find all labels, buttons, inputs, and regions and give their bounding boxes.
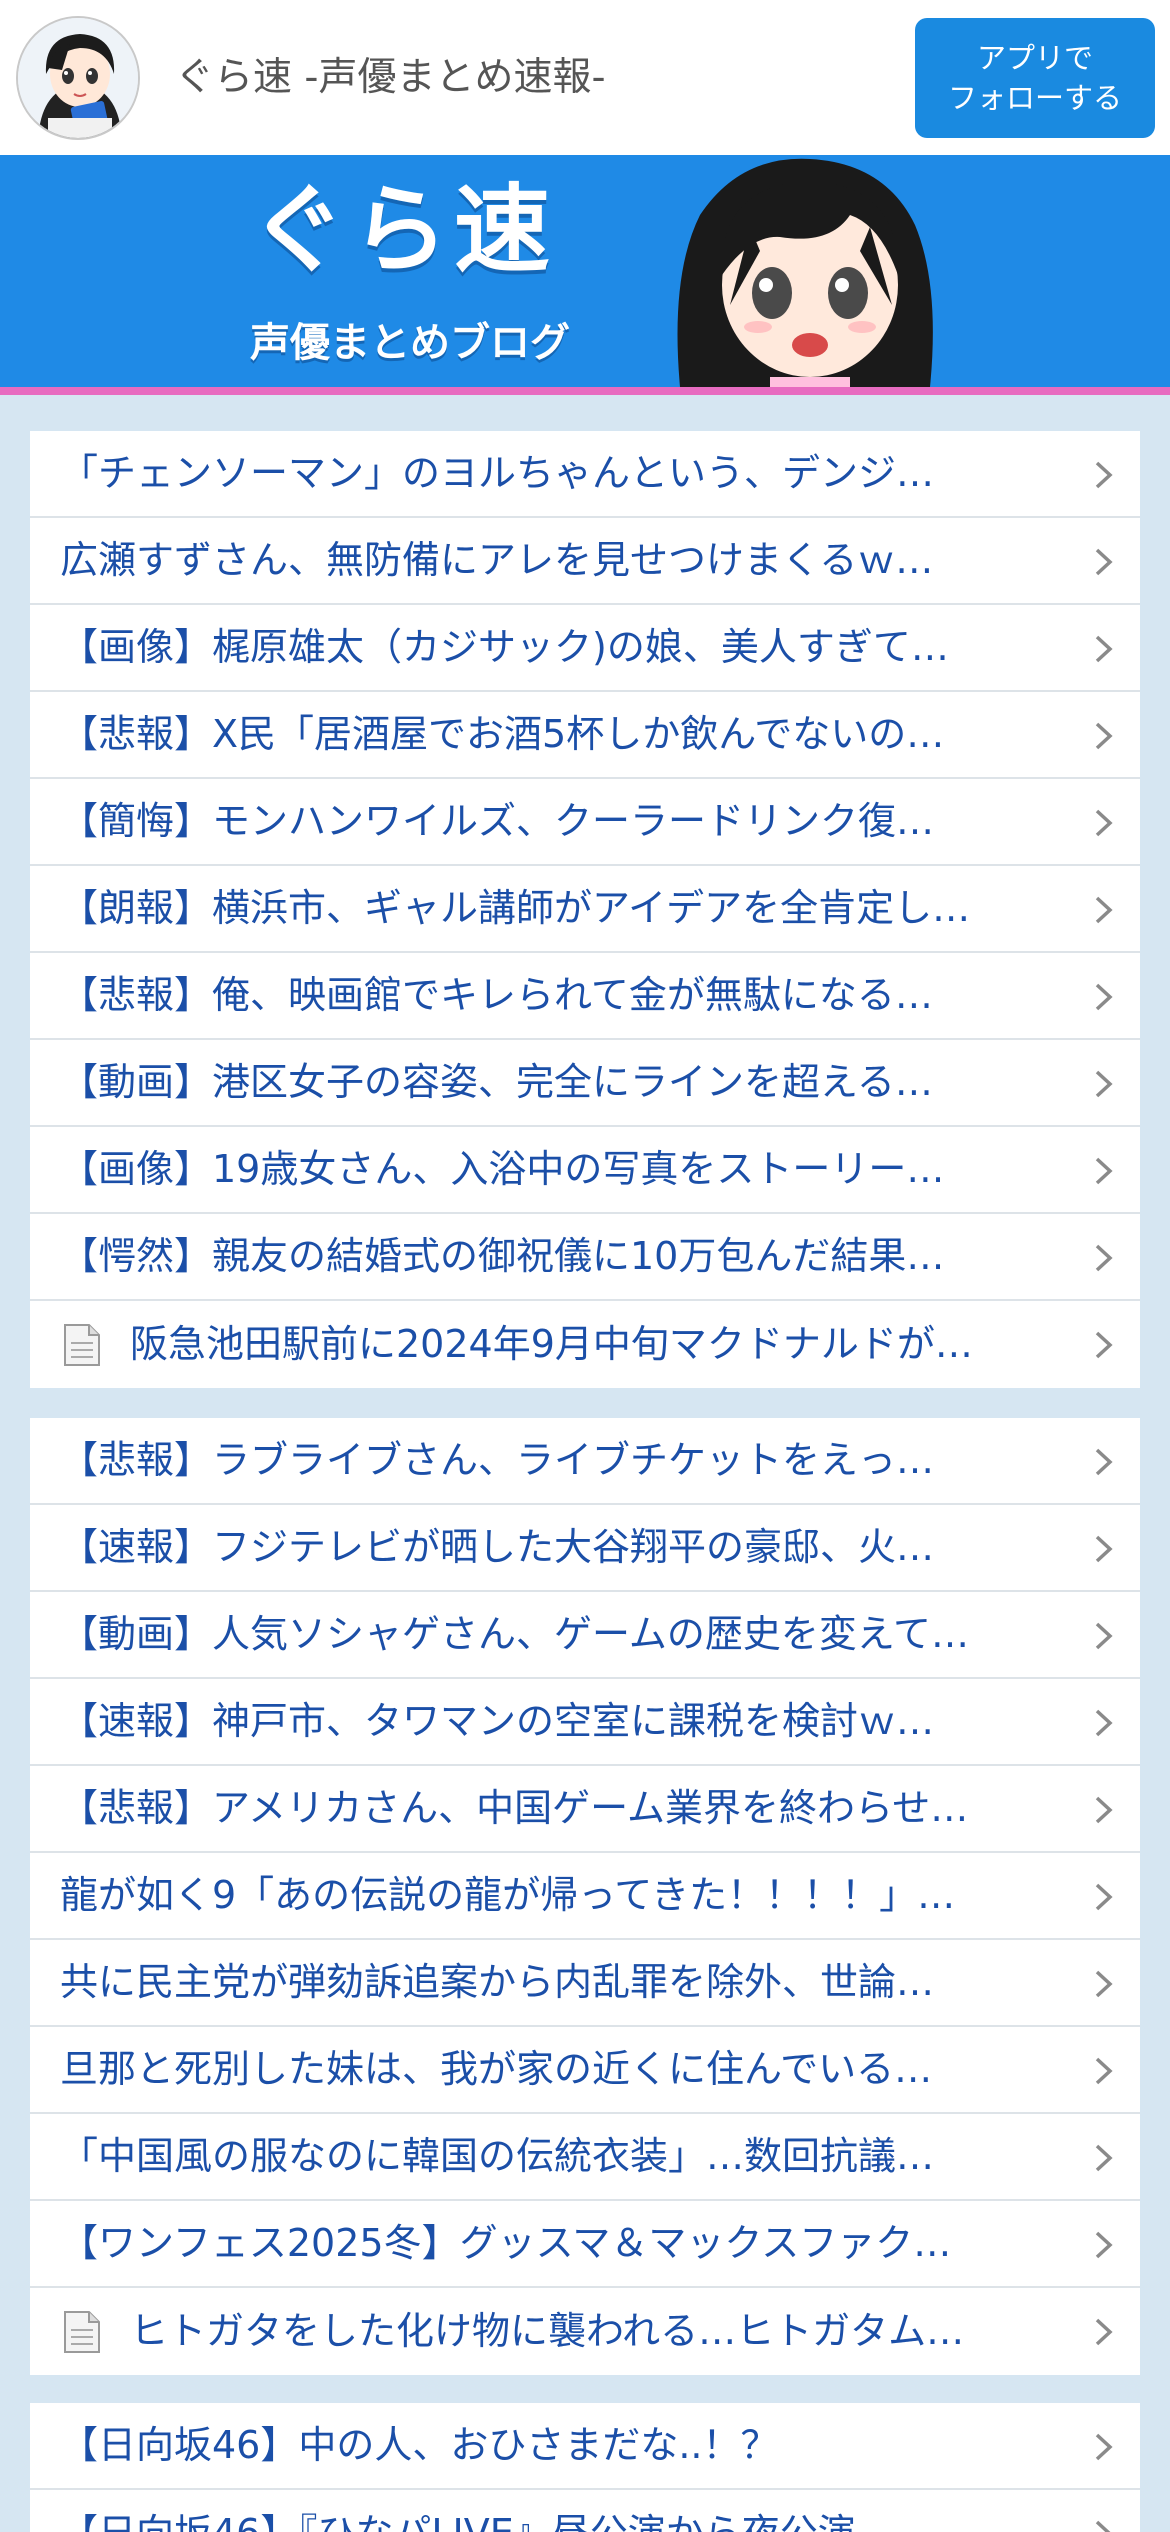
chevron-right-icon <box>1095 896 1113 924</box>
article-title: 【悲報】アメリカさん、中国ゲーム業界を終わらせ… <box>60 1786 969 1830</box>
chevron-right-icon <box>1095 2057 1113 2085</box>
chevron-right-icon <box>1095 1970 1113 1998</box>
banner-logo-text: ぐら速 <box>250 174 556 286</box>
article-title: 阪急池田駅前に2024年9月中旬マクドナルドが… <box>130 1322 973 1366</box>
chevron-right-icon <box>1095 548 1113 576</box>
chevron-right-icon <box>1095 635 1113 663</box>
list-item[interactable]: 【朗報】横浜市、ギャル講師がアイデアを全肯定し… <box>30 866 1140 953</box>
chevron-right-icon <box>1095 1622 1113 1650</box>
follow-button-line1: アプリで <box>976 41 1093 75</box>
article-title: 【速報】神戸市、タワマンの空室に課税を検討ｗ… <box>60 1699 935 1743</box>
article-title: 【日向坂46】『ひなパLIVE』昼公演から夜公演… <box>30 2490 1060 2532</box>
avatar-girl-icon <box>18 18 138 138</box>
chevron-right-icon <box>1095 1883 1113 1911</box>
article-title: 「中国風の服なのに韓国の伝統衣装」…数回抗議… <box>60 2134 935 2178</box>
document-icon <box>64 1323 100 1366</box>
article-title: 【簡悔】モンハンワイルズ、クーラードリンク復… <box>60 799 935 843</box>
article-title: 共に民主党が弾劾訴追案から内乱罪を除外、世論… <box>60 1960 935 2004</box>
article-title: 「チェンソーマン」のヨルちゃんという、デンジ… <box>60 451 935 495</box>
list-item[interactable]: 【速報】フジテレビが晒した大谷翔平の豪邸、火… <box>30 1505 1140 1592</box>
chevron-right-icon <box>1095 1070 1113 1098</box>
list-item[interactable]: 広瀬すずさん、無防備にアレを見せつけまくるｗ… <box>30 518 1140 605</box>
chevron-right-icon <box>1095 2433 1113 2461</box>
article-title: 【動画】港区女子の容姿、完全にラインを超える… <box>60 1060 933 1104</box>
article-title: 【ワンフェス2025冬】グッスマ＆マックスファク… <box>60 2221 952 2265</box>
article-title: 旦那と死別した妹は、我が家の近くに住んでいる… <box>60 2047 933 2091</box>
chevron-right-icon <box>1095 1709 1113 1737</box>
article-title: 【動画】人気ソシャゲさん、ゲームの歴史を変えて… <box>60 1612 969 1656</box>
article-title: 【日向坂46】中の人、おひさまだな..！？ <box>60 2423 779 2467</box>
banner-pink-stripe <box>0 387 1170 395</box>
list-item[interactable]: 【悲報】俺、映画館でキレられて金が無駄になる… <box>30 953 1140 1040</box>
chevron-right-icon <box>1095 1796 1113 1824</box>
list-item[interactable]: 阪急池田駅前に2024年9月中旬マクドナルドが… <box>30 1301 1140 1388</box>
document-icon <box>64 2310 100 2353</box>
follow-in-app-button[interactable]: アプリで フォローする <box>915 18 1155 138</box>
avatar[interactable] <box>16 16 140 140</box>
list-item[interactable]: 【簡悔】モンハンワイルズ、クーラードリンク復… <box>30 779 1140 866</box>
chevron-right-icon <box>1095 2144 1113 2172</box>
list-item[interactable]: 【悲報】X民「居酒屋でお酒5杯しか飲んでないの… <box>30 692 1140 779</box>
list-item[interactable]: 【ワンフェス2025冬】グッスマ＆マックスファク… <box>30 2201 1140 2288</box>
chevron-right-icon <box>1095 1157 1113 1185</box>
list-item[interactable]: 【画像】19歳女さん、入浴中の写真をストーリー… <box>30 1127 1140 1214</box>
chevron-right-icon <box>1095 1331 1113 1359</box>
article-title: 【愕然】親友の結婚式の御祝儀に10万包んだ結果… <box>60 1234 945 1278</box>
article-title: ヒトガタをした化け物に襲われる…ヒトガタム… <box>130 2309 965 2353</box>
chevron-right-icon <box>1095 722 1113 750</box>
page: ぐら速 -声優まとめ速報- アプリで フォローする ぐら速 声優まとめブログ 「… <box>0 0 1170 2532</box>
article-list: 【日向坂46】中の人、おひさまだな..！？ 【日向坂46】『ひなパLIVE』昼公… <box>30 2403 1140 2532</box>
chevron-right-icon <box>1095 461 1113 489</box>
list-item[interactable]: 【動画】人気ソシャゲさん、ゲームの歴史を変えて… <box>30 1592 1140 1679</box>
list-item[interactable]: 旦那と死別した妹は、我が家の近くに住んでいる… <box>30 2027 1140 2114</box>
article-list: 「チェンソーマン」のヨルちゃんという、デンジ… 広瀬すずさん、無防備にアレを見せ… <box>30 431 1140 1388</box>
article-list: 【悲報】ラブライブさん、ライブチケットをえっ… 【速報】フジテレビが晒した大谷翔… <box>30 1418 1140 2375</box>
article-title: 龍が如く9「あの伝説の龍が帰ってきた！！！！」… <box>60 1873 956 1917</box>
list-item[interactable]: 共に民主党が弾劾訴追案から内乱罪を除外、世論… <box>30 1940 1140 2027</box>
chevron-right-icon <box>1095 2231 1113 2259</box>
article-title: 広瀬すずさん、無防備にアレを見せつけまくるｗ… <box>60 538 934 582</box>
chevron-right-icon <box>1095 1244 1113 1272</box>
article-title: 【画像】梶原雄太（カジサック)の娘、美人すぎて… <box>60 625 949 669</box>
chevron-right-icon <box>1095 2318 1113 2346</box>
list-item[interactable]: 龍が如く9「あの伝説の龍が帰ってきた！！！！」… <box>30 1853 1140 1940</box>
chevron-right-icon <box>1095 809 1113 837</box>
banner-subtitle: 声優まとめブログ <box>250 320 570 366</box>
list-item[interactable]: 【動画】港区女子の容姿、完全にラインを超える… <box>30 1040 1140 1127</box>
list-item[interactable]: 【愕然】親友の結婚式の御祝儀に10万包んだ結果… <box>30 1214 1140 1301</box>
list-item[interactable]: 「チェンソーマン」のヨルちゃんという、デンジ… <box>30 431 1140 518</box>
chevron-right-icon <box>1095 1448 1113 1476</box>
list-item[interactable]: 【日向坂46】中の人、おひさまだな..！？ <box>30 2403 1140 2490</box>
list-item[interactable]: 【画像】梶原雄太（カジサック)の娘、美人すぎて… <box>30 605 1140 692</box>
list-item[interactable]: 【速報】神戸市、タワマンの空室に課税を検討ｗ… <box>30 1679 1140 1766</box>
article-title: 【画像】19歳女さん、入浴中の写真をストーリー… <box>60 1147 945 1191</box>
chevron-right-icon <box>1095 983 1113 1011</box>
list-item[interactable]: 【悲報】アメリカさん、中国ゲーム業界を終わらせ… <box>30 1766 1140 1853</box>
follow-button-line2: フォローする <box>947 81 1122 115</box>
chevron-right-icon <box>1095 1535 1113 1563</box>
list-item[interactable]: 「中国風の服なのに韓国の伝統衣装」…数回抗議… <box>30 2114 1140 2201</box>
banner-girl-illustration <box>677 158 933 387</box>
article-title: 【悲報】俺、映画館でキレられて金が無駄になる… <box>60 973 933 1017</box>
article-title: 【朗報】横浜市、ギャル講師がアイデアを全肯定し… <box>60 886 971 930</box>
article-title: 【速報】フジテレビが晒した大谷翔平の豪邸、火… <box>60 1525 935 1569</box>
article-title: 【悲報】X民「居酒屋でお酒5杯しか飲んでないの… <box>60 712 945 756</box>
list-item[interactable]: ヒトガタをした化け物に襲われる…ヒトガタム… <box>30 2288 1140 2375</box>
chevron-right-icon <box>1095 2520 1111 2532</box>
article-title: 【悲報】ラブライブさん、ライブチケットをえっ… <box>60 1438 935 1482</box>
list-item[interactable]: 【悲報】ラブライブさん、ライブチケットをえっ… <box>30 1418 1140 1505</box>
app-header: ぐら速 -声優まとめ速報- アプリで フォローする <box>0 0 1170 155</box>
site-title: ぐら速 -声優まとめ速報- <box>175 55 606 100</box>
list-item[interactable]: 【日向坂46】『ひなパLIVE』昼公演から夜公演… <box>30 2490 1140 2532</box>
